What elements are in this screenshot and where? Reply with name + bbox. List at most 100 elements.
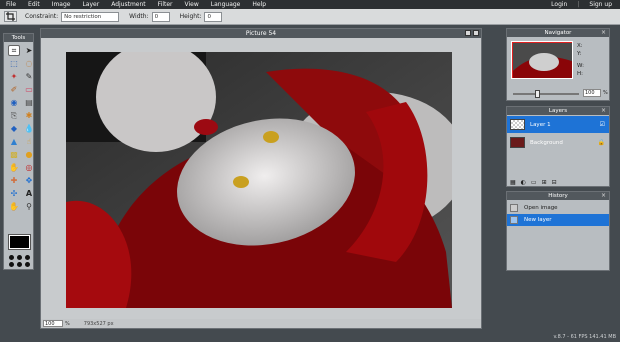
drawing-tool[interactable]: ◆: [8, 123, 20, 134]
smudge-tool[interactable]: ☝: [23, 136, 35, 147]
lasso-tool[interactable]: ◌: [23, 58, 35, 69]
zoom-icon: ⚲: [26, 202, 32, 211]
dodge-icon: ●: [25, 150, 33, 159]
eraser-tool[interactable]: ▭: [23, 84, 35, 95]
menu-help[interactable]: Help: [252, 1, 266, 8]
maximize-button[interactable]: [465, 30, 471, 36]
zoom-slider[interactable]: [513, 90, 579, 98]
navigator-thumbnail[interactable]: [511, 41, 573, 79]
sharpen-icon: ▲: [10, 137, 18, 146]
crop-icon: ⌗: [11, 45, 17, 55]
spot-heal-icon: ✚: [10, 176, 18, 185]
gradient-tool[interactable]: ▤: [23, 97, 35, 108]
color-replace-tool[interactable]: ✱: [23, 110, 35, 121]
menu-language[interactable]: Language: [211, 1, 241, 8]
zoom-input[interactable]: 100: [43, 320, 63, 327]
primary-color-swatch[interactable]: [8, 234, 31, 250]
brush-tool[interactable]: ✐: [8, 84, 20, 95]
layer-thumbnail: [510, 137, 525, 148]
bucket-icon: ◉: [10, 98, 18, 107]
history-item[interactable]: Open image: [507, 202, 609, 214]
menu-file[interactable]: File: [6, 1, 16, 8]
navigator-header: Navigator ×: [507, 29, 609, 37]
image-canvas[interactable]: [66, 52, 452, 308]
signup-link[interactable]: Sign up: [589, 1, 612, 8]
menu-layer[interactable]: Layer: [82, 1, 99, 8]
hand-tool[interactable]: ✋: [8, 201, 20, 212]
palette-dot[interactable]: [25, 255, 30, 260]
menu-edit[interactable]: Edit: [28, 1, 40, 8]
navigator-zoom-unit: %: [603, 90, 608, 96]
layer-row[interactable]: Layer 1 ☑: [507, 116, 609, 133]
layer-row[interactable]: Background 🔒: [507, 134, 609, 151]
image-window-titlebar[interactable]: Picture 54: [41, 29, 481, 38]
palette-dot[interactable]: [9, 255, 14, 260]
crop-tool-option[interactable]: [4, 11, 17, 22]
new-folder-icon[interactable]: ▭: [531, 179, 537, 186]
pencil-tool[interactable]: ✎: [23, 71, 35, 82]
close-icon[interactable]: ×: [601, 29, 606, 37]
marquee-tool[interactable]: ⬚: [8, 58, 20, 69]
layer-thumbnail: [510, 119, 525, 130]
close-icon[interactable]: ×: [601, 192, 606, 200]
dodge-tool[interactable]: ●: [23, 149, 35, 160]
move-tool[interactable]: ➤: [23, 45, 35, 56]
status-bar: 100 % 793x527 px: [41, 319, 481, 328]
constraint-select[interactable]: No restriction: [61, 11, 120, 22]
history-item[interactable]: New layer: [507, 214, 609, 226]
red-eye-tool[interactable]: ◎: [23, 162, 35, 173]
menu-adjustment[interactable]: Adjustment: [111, 1, 145, 8]
pinch-tool[interactable]: ✣: [8, 188, 20, 199]
sponge-tool[interactable]: ▩: [8, 149, 20, 160]
bucket-tool[interactable]: ◉: [8, 97, 20, 108]
sharpen-tool[interactable]: ▲: [8, 136, 20, 147]
close-button[interactable]: [473, 30, 479, 36]
menu-image[interactable]: Image: [52, 1, 71, 8]
navigator-viewport[interactable]: [512, 42, 572, 78]
color-palette-dots[interactable]: [9, 255, 31, 267]
navigator-zoom-input[interactable]: 100: [583, 89, 601, 97]
zoom-slider-knob[interactable]: [535, 90, 540, 98]
palette-dot[interactable]: [17, 262, 22, 267]
tool-grid: ⌗ ➤ ⬚ ◌ ✦ ✎ ✐ ▭ ◉ ▤ ⎘ ✱ ◆ 💧 ▲ ☝ ▩ ● ✋ ◎ …: [4, 42, 35, 212]
layers-toolbar: ▦ ◐ ▭ ⊞ ⊟: [510, 179, 557, 186]
delete-layer-icon[interactable]: ⊟: [552, 179, 557, 186]
wand-icon: ✦: [10, 72, 18, 81]
wand-tool[interactable]: ✦: [8, 71, 20, 82]
layer-style-icon[interactable]: ▦: [510, 179, 516, 186]
login-link[interactable]: Login: [551, 1, 567, 8]
pinch-icon: ✣: [10, 189, 18, 198]
palette-dot[interactable]: [17, 255, 22, 260]
text-tool[interactable]: A: [23, 188, 35, 199]
x-label: X:: [577, 43, 583, 49]
palette-dot[interactable]: [9, 262, 14, 267]
width-input[interactable]: 0: [151, 11, 170, 22]
lasso-icon: ◌: [25, 59, 33, 68]
smudge-icon: ☝: [26, 137, 32, 146]
crop-tool[interactable]: ⌗: [8, 45, 20, 56]
zoom-tool[interactable]: ⚲: [23, 201, 35, 212]
clone-tool[interactable]: ⎘: [8, 110, 20, 121]
menu-view[interactable]: View: [185, 1, 199, 8]
spot-heal-tool[interactable]: ✚: [8, 175, 20, 186]
bloat-tool[interactable]: ✥: [23, 175, 35, 186]
tools-title: Tools: [11, 35, 26, 41]
close-icon[interactable]: ×: [601, 107, 606, 115]
marquee-icon: ⬚: [10, 59, 18, 68]
y-label: Y:: [577, 51, 582, 57]
palette-dot[interactable]: [25, 262, 30, 267]
menu-filter[interactable]: Filter: [158, 1, 173, 8]
visibility-icon[interactable]: ☑: [600, 121, 605, 128]
burn-icon: ✋: [9, 163, 19, 172]
image-window: Picture 54 100 % 793x527 px: [40, 28, 482, 329]
height-input[interactable]: 0: [204, 11, 223, 22]
gradient-icon: ▤: [25, 98, 33, 107]
history-header: History ×: [507, 192, 609, 200]
new-layer-icon: [510, 216, 518, 224]
layer-mask-icon[interactable]: ◐: [521, 179, 526, 186]
blur-tool[interactable]: 💧: [23, 123, 35, 134]
burn-tool[interactable]: ✋: [8, 162, 20, 173]
width-label: Width:: [129, 13, 149, 20]
bloat-icon: ✥: [25, 176, 33, 185]
new-layer-icon[interactable]: ⊞: [542, 179, 547, 186]
